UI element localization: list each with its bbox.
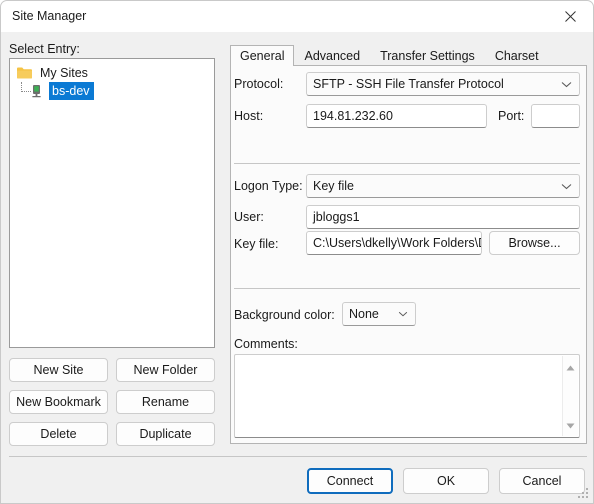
window-title: Site Manager — [12, 9, 87, 23]
close-button[interactable] — [548, 1, 593, 32]
background-color-select[interactable]: None — [342, 302, 416, 326]
port-input[interactable] — [531, 104, 580, 128]
comments-textarea[interactable] — [234, 354, 580, 438]
comments-scrollbar[interactable] — [562, 356, 578, 436]
logon-type-value: Key file — [313, 179, 354, 193]
cancel-button[interactable]: Cancel — [499, 468, 585, 494]
scroll-down-icon[interactable] — [566, 418, 575, 432]
dialog-buttons: Connect OK Cancel — [307, 468, 585, 494]
background-color-value: None — [349, 307, 379, 321]
protocol-label: Protocol: — [234, 77, 284, 91]
server-icon — [28, 83, 45, 99]
key-file-label: Key file: — [234, 237, 279, 251]
connect-button[interactable]: Connect — [307, 468, 393, 494]
key-file-input[interactable]: C:\Users\dkelly\Work Folders\D — [306, 231, 482, 255]
ok-button[interactable]: OK — [403, 468, 489, 494]
new-site-button[interactable]: New Site — [9, 358, 108, 382]
user-label: User: — [234, 210, 264, 224]
tree-item-label: bs-dev — [49, 82, 94, 100]
title-bar: Site Manager — [1, 1, 593, 32]
tree-item-my-sites[interactable]: My Sites — [10, 64, 214, 82]
folder-icon — [16, 65, 33, 81]
settings-tabs: General Advanced Transfer Settings Chars… — [230, 45, 587, 66]
logon-type-label: Logon Type: — [234, 179, 303, 193]
comments-label: Comments: — [234, 337, 298, 351]
tab-charset[interactable]: Charset — [485, 45, 549, 66]
tree-item-bs-dev[interactable]: bs-dev — [10, 82, 214, 100]
footer-divider — [9, 456, 587, 457]
port-label: Port: — [498, 109, 525, 123]
protocol-select[interactable]: SFTP - SSH File Transfer Protocol — [306, 72, 580, 96]
tab-transfer-settings[interactable]: Transfer Settings — [370, 45, 485, 66]
scroll-up-icon[interactable] — [566, 360, 575, 374]
new-folder-button[interactable]: New Folder — [116, 358, 215, 382]
tab-advanced[interactable]: Advanced — [294, 45, 370, 66]
close-icon — [565, 11, 576, 22]
section-divider-1 — [234, 163, 580, 164]
new-bookmark-button[interactable]: New Bookmark — [9, 390, 108, 414]
chevron-down-icon — [398, 303, 408, 325]
site-tree[interactable]: My Sites bs-dev — [9, 58, 215, 348]
resize-grip[interactable] — [578, 488, 590, 500]
duplicate-button[interactable]: Duplicate — [116, 422, 215, 446]
chevron-down-icon — [561, 175, 572, 197]
select-entry-label: Select Entry: — [9, 42, 80, 56]
host-label: Host: — [234, 109, 264, 123]
tree-action-buttons: New Site New Folder New Bookmark Rename … — [9, 358, 215, 446]
delete-button[interactable]: Delete — [9, 422, 108, 446]
tab-general[interactable]: General — [230, 45, 295, 66]
tree-item-label: My Sites — [40, 66, 88, 80]
logon-type-select[interactable]: Key file — [306, 174, 580, 198]
site-manager-dialog: Site Manager Select Entry: My Sites bs-d… — [0, 0, 594, 504]
user-input[interactable]: jbloggs1 — [306, 205, 580, 229]
host-input[interactable]: 194.81.232.60 — [306, 104, 487, 128]
tab-panel-seam — [231, 65, 287, 66]
section-divider-2 — [234, 288, 580, 289]
browse-button[interactable]: Browse... — [489, 231, 580, 255]
background-color-label: Background color: — [234, 308, 335, 322]
rename-button[interactable]: Rename — [116, 390, 215, 414]
chevron-down-icon — [561, 73, 572, 95]
protocol-value: SFTP - SSH File Transfer Protocol — [313, 77, 504, 91]
